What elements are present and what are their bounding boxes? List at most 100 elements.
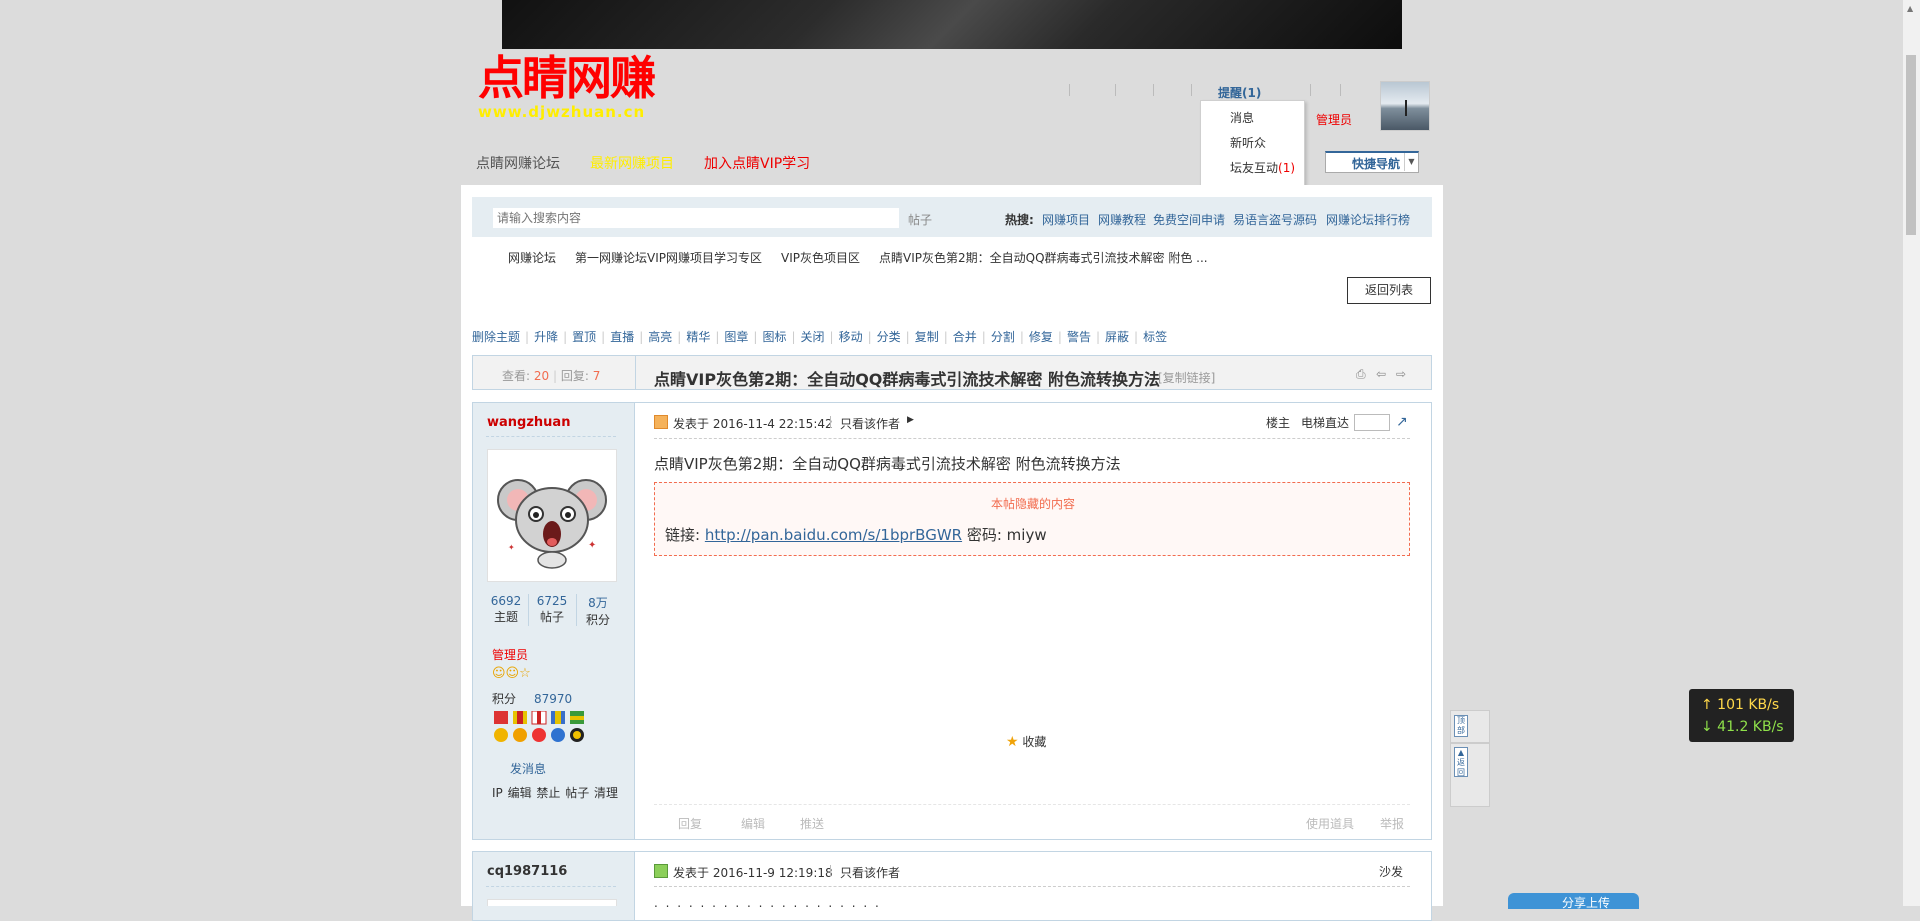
- mod-block[interactable]: 屏蔽: [1105, 330, 1129, 344]
- site-logo[interactable]: 点睛网赚 www.djwzhuan.cn: [478, 52, 668, 122]
- star-icon: ★: [1006, 734, 1019, 750]
- hot-link-4[interactable]: 易语言盗号源码: [1233, 211, 1317, 228]
- author-avatar[interactable]: [487, 899, 617, 906]
- rank-stars: ☺☺☆: [492, 666, 531, 681]
- admin-operations[interactable]: IP 编辑 禁止 帖子 清理: [492, 784, 618, 801]
- network-speed-widget: ↑ 101 KB/s ↓ 41.2 KB/s: [1689, 689, 1794, 742]
- mod-category[interactable]: 分类: [877, 330, 901, 344]
- post-content: . . . . . . . . . . . . . . . . . . . .: [654, 896, 881, 910]
- post-floor[interactable]: 沙发: [1379, 863, 1403, 880]
- user-group[interactable]: 管理员: [492, 646, 528, 663]
- star-icon: ☆: [519, 666, 531, 681]
- breadcrumb-item[interactable]: VIP灰色项目区: [781, 249, 860, 266]
- hot-link-5[interactable]: 网赚论坛排行榜: [1326, 211, 1410, 228]
- search-input[interactable]: [492, 207, 900, 229]
- mod-copy[interactable]: 复制: [915, 330, 939, 344]
- moderation-bar: 删除主题 | 升降 | 置顶 | 直播 | 高亮 | 精华 | 图章 | 图标 | 关闭 | 移动 | 分类 | 复制 | 合并…: [472, 330, 1168, 344]
- hidden-content: 链接: http://pan.baidu.com/s/1bprBGWR 密码: …: [665, 526, 1047, 544]
- stat-posts[interactable]: 6725 帖子: [533, 594, 571, 625]
- nav-vip[interactable]: 加入点睛VIP学习: [704, 153, 810, 173]
- reminder-link[interactable]: 提醒(1): [1218, 84, 1261, 101]
- hot-search-label: 热搜:: [1005, 213, 1034, 227]
- share-upload-button[interactable]: 分享上传: [1508, 893, 1639, 910]
- breadcrumb-current: 点睛VIP灰色第2期：全自动QQ群病毒式引流技术解密 附色 ...: [879, 251, 1208, 265]
- stat-credits[interactable]: 8万 积分: [580, 594, 616, 628]
- prev-thread-icon[interactable]: ⇦: [1376, 368, 1388, 380]
- quick-nav-button[interactable]: 快捷导航 ▼: [1325, 151, 1419, 173]
- mod-bump[interactable]: 升降: [534, 330, 558, 344]
- hot-link-2[interactable]: 网赚教程: [1098, 211, 1146, 228]
- mod-tag[interactable]: 标签: [1143, 330, 1167, 344]
- mod-merge[interactable]: 合并: [953, 330, 977, 344]
- mod-stamp[interactable]: 图章: [724, 330, 748, 344]
- upload-speed: ↑ 101 KB/s: [1701, 697, 1780, 713]
- use-item-button[interactable]: 使用道具: [1306, 815, 1354, 832]
- logo-url: www.djwzhuan.cn: [478, 103, 646, 121]
- print-icon[interactable]: ⎙: [1356, 368, 1368, 380]
- nav-projects[interactable]: 最新网赚项目: [590, 153, 674, 173]
- svg-text:✦: ✦: [508, 543, 515, 552]
- only-author-link[interactable]: 只看该作者: [840, 864, 900, 881]
- next-thread-icon[interactable]: ⇨: [1396, 368, 1408, 380]
- post-author[interactable]: wangzhuan: [487, 415, 570, 430]
- reply-button[interactable]: 回复: [678, 815, 702, 832]
- medals[interactable]: [493, 710, 593, 747]
- mod-close[interactable]: 关闭: [801, 330, 825, 344]
- mod-highlight[interactable]: 高亮: [648, 330, 672, 344]
- report-button[interactable]: 举报: [1380, 815, 1404, 832]
- mod-digest[interactable]: 精华: [686, 330, 710, 344]
- interaction-label: 坛友互动: [1230, 161, 1279, 175]
- view-reply-count: 查看: 20 | 回复: 7: [502, 369, 601, 383]
- mod-move[interactable]: 移动: [839, 330, 863, 344]
- search-type-select[interactable]: 帖子: [908, 211, 932, 228]
- admin-link[interactable]: 管理员: [1316, 111, 1352, 128]
- nav-forum[interactable]: 点睛网赚论坛: [476, 153, 560, 173]
- user-icon: [654, 864, 668, 878]
- mod-sticky[interactable]: 置顶: [572, 330, 596, 344]
- jump-floor-input[interactable]: [1354, 414, 1390, 431]
- mod-delete[interactable]: 删除主题: [472, 330, 520, 344]
- top-banner: [502, 0, 1402, 49]
- back-to-top-button[interactable]: 顶部: [1450, 710, 1490, 743]
- sun-icon: ☺☺: [492, 666, 520, 681]
- svg-text:✦: ✦: [588, 540, 596, 551]
- baidu-pan-link[interactable]: http://pan.baidu.com/s/1bprBGWR: [705, 526, 962, 544]
- push-button[interactable]: 推送: [800, 815, 824, 832]
- author-avatar[interactable]: ✦ ✦: [487, 449, 617, 582]
- send-message-link[interactable]: 发消息: [510, 760, 546, 777]
- dropdown-messages[interactable]: 消息: [1230, 109, 1254, 126]
- reminder-dropdown: 消息 新听众 坛友互动(1): [1200, 100, 1305, 191]
- copy-link[interactable]: [复制链接]: [1158, 369, 1215, 386]
- user-avatar[interactable]: [1380, 81, 1430, 131]
- koala-avatar-icon: ✦ ✦: [497, 479, 607, 569]
- caret-right-icon: ▶: [907, 415, 914, 425]
- mod-live[interactable]: 直播: [610, 330, 634, 344]
- download-speed: ↓ 41.2 KB/s: [1701, 719, 1784, 735]
- post-content-title: 点睛VIP灰色第2期：全自动QQ群病毒式引流技术解密 附色流转换方法: [654, 455, 1121, 473]
- hot-link-3[interactable]: 免费空间申请: [1153, 211, 1225, 228]
- dropdown-new-fans[interactable]: 新听众: [1230, 134, 1266, 151]
- edit-button[interactable]: 编辑: [741, 815, 765, 832]
- hot-link-1[interactable]: 网赚项目: [1042, 211, 1090, 228]
- favorite-button[interactable]: ★ 收藏: [1006, 733, 1046, 750]
- mod-warn[interactable]: 警告: [1067, 330, 1091, 344]
- logo-text: 点睛网赚: [478, 51, 656, 105]
- dropdown-interaction[interactable]: 坛友互动(1): [1230, 159, 1295, 176]
- scrollbar-thumb[interactable]: [1906, 55, 1916, 235]
- mod-split[interactable]: 分割: [991, 330, 1015, 344]
- jump-label: 电梯直达: [1301, 416, 1350, 430]
- scroll-up-icon[interactable]: ▲: [1907, 4, 1913, 13]
- only-author-link[interactable]: 只看该作者: [840, 415, 900, 432]
- return-button[interactable]: ▲ 返回: [1450, 743, 1490, 807]
- breadcrumb-item[interactable]: 网赚论坛: [508, 249, 556, 266]
- mod-icon[interactable]: 图标: [762, 330, 786, 344]
- post-time: 发表于 2016-11-9 12:19:18: [673, 866, 833, 880]
- hidden-content-title: 本帖隐藏的内容: [991, 497, 1076, 511]
- jump-go-icon[interactable]: ↗: [1396, 414, 1408, 430]
- mod-repair[interactable]: 修复: [1029, 330, 1053, 344]
- breadcrumb-item[interactable]: 第一网赚论坛VIP网赚项目学习专区: [575, 249, 762, 266]
- post-author[interactable]: cq1987116: [487, 864, 567, 879]
- post-floor[interactable]: 楼主: [1266, 414, 1290, 431]
- return-to-list-button[interactable]: 返回列表: [1347, 277, 1431, 304]
- stat-threads[interactable]: 6692 主题: [488, 594, 524, 625]
